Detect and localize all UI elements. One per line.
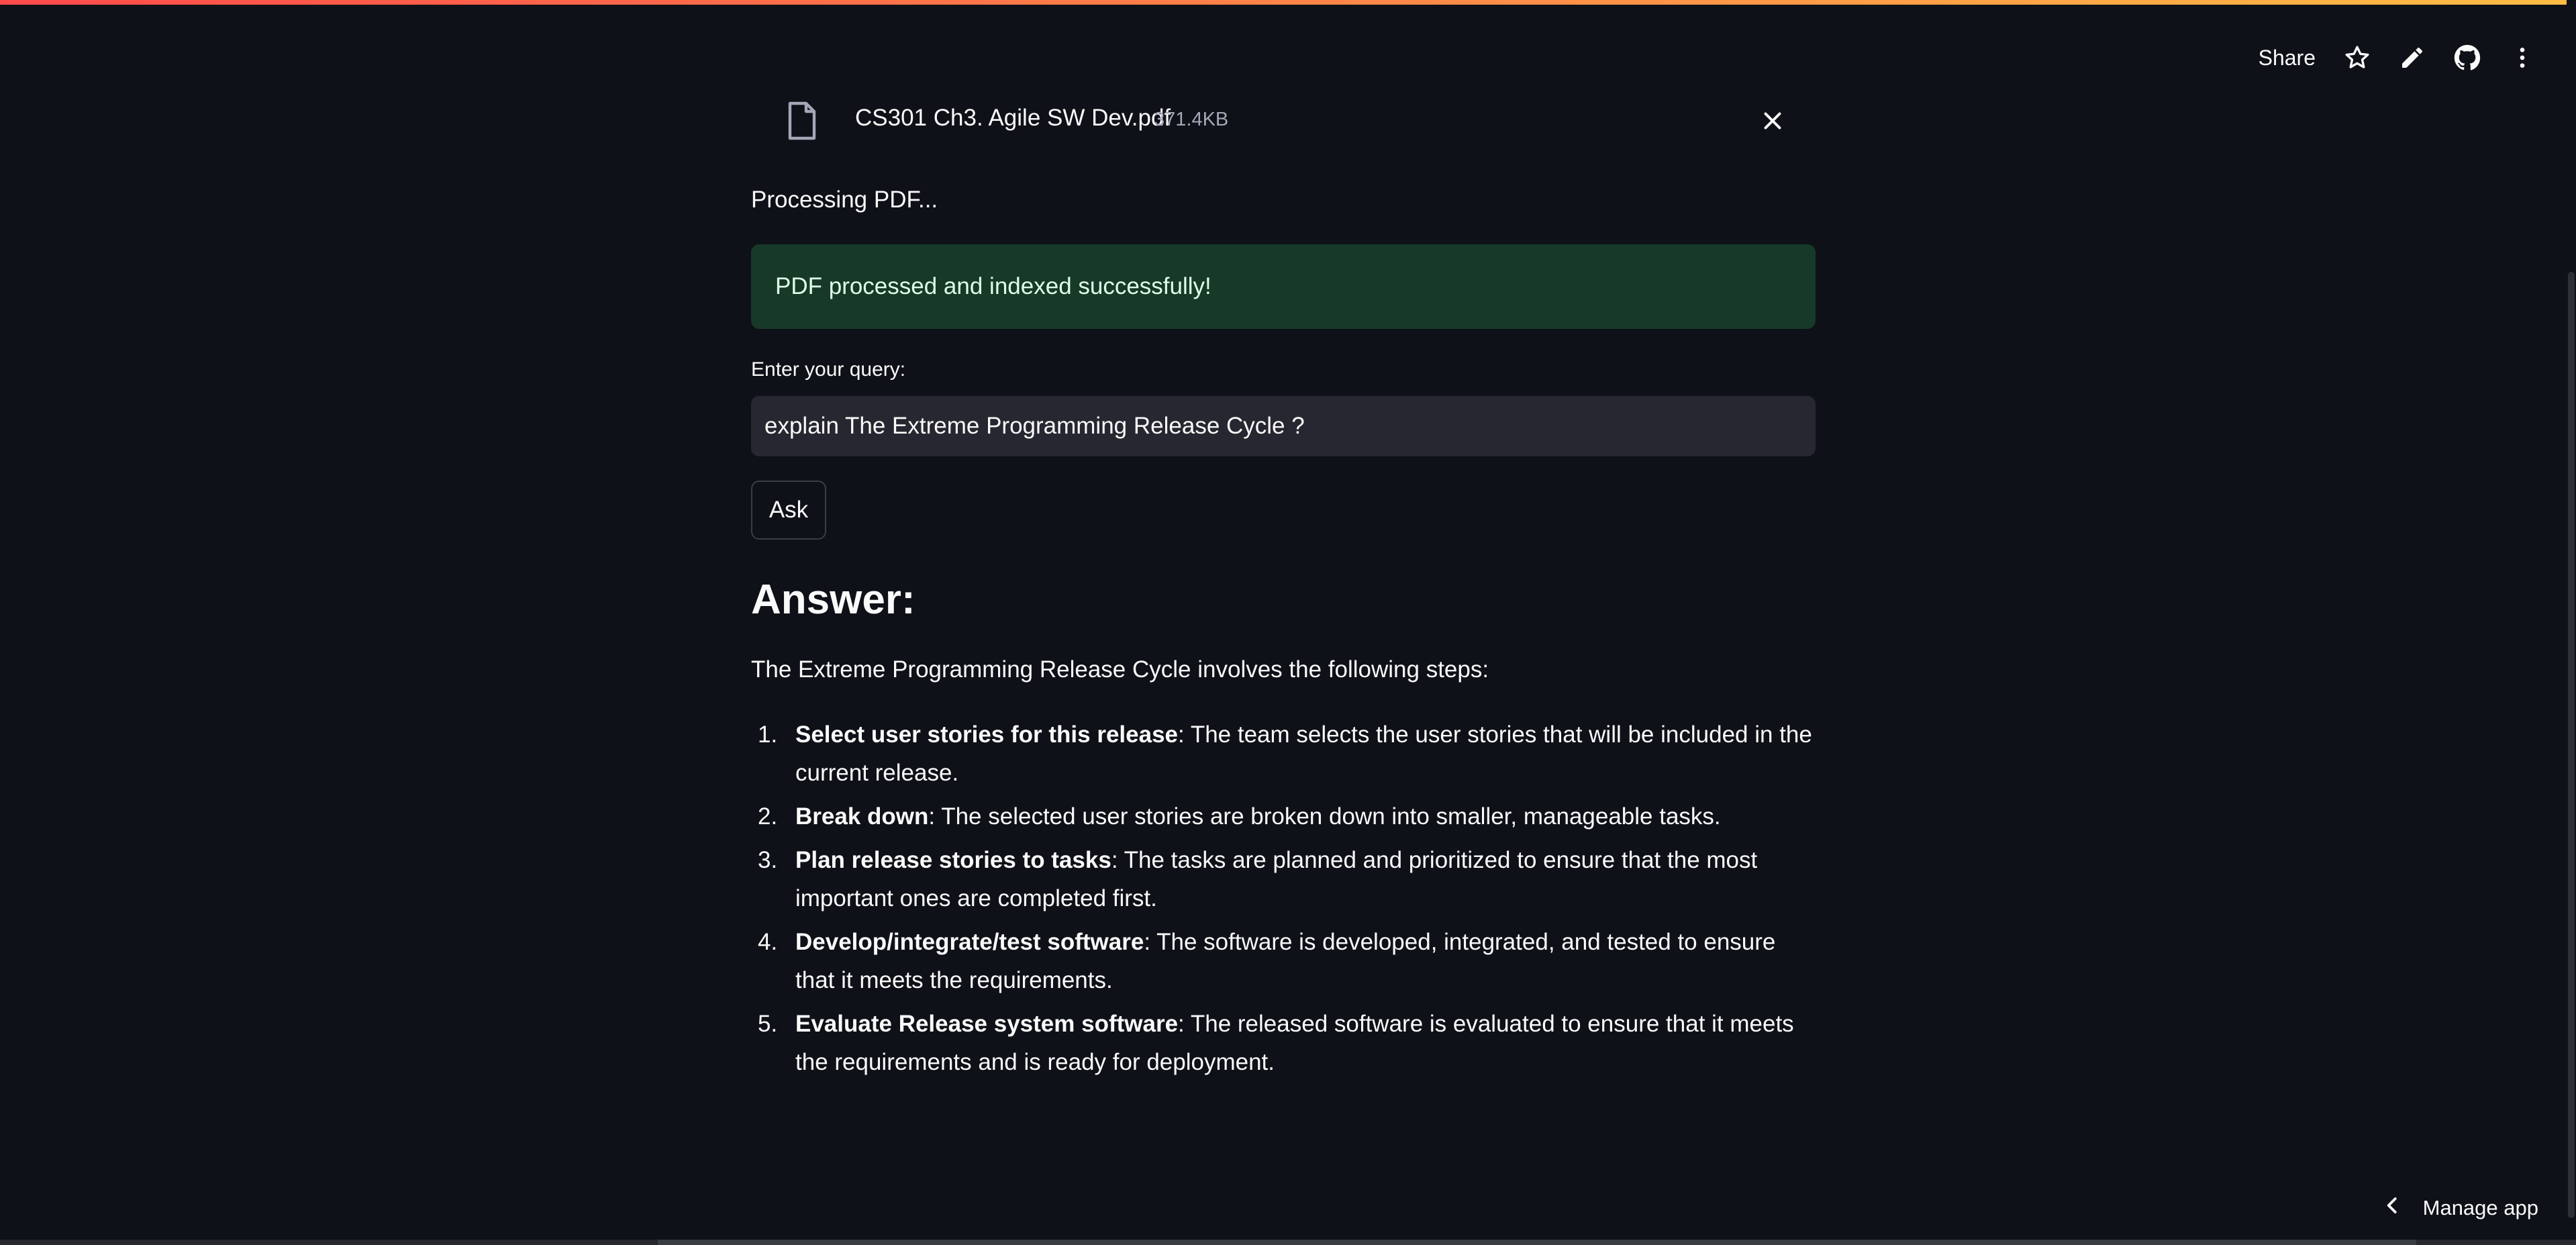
github-icon[interactable] — [2454, 44, 2481, 71]
file-size: 371.4KB — [1154, 109, 1229, 130]
ask-button[interactable]: Ask — [751, 481, 826, 540]
answer-heading: Answer: — [751, 577, 915, 623]
step-number: 3. — [758, 847, 778, 873]
step-title: Break down — [795, 803, 929, 830]
file-icon — [786, 101, 818, 141]
list-item: 4. Develop/integrate/test software: The … — [751, 923, 1816, 999]
horizontal-scrollbar[interactable] — [0, 1240, 2576, 1245]
query-input[interactable] — [751, 396, 1816, 456]
step-number: 5. — [758, 1011, 778, 1037]
answer-intro: The Extreme Programming Release Cycle in… — [751, 656, 1489, 683]
success-alert: PDF processed and indexed successfully! — [751, 244, 1816, 329]
vertical-scrollbar[interactable] — [2567, 0, 2576, 1245]
app-toolbar: Share — [2259, 40, 2536, 75]
list-item: 3. Plan release stories to tasks: The ta… — [751, 841, 1816, 917]
step-number: 1. — [758, 721, 778, 748]
list-item: 2. Break down: The selected user stories… — [751, 797, 1816, 836]
uploaded-file: CS301 Ch3. Agile SW Dev.pdf 371.4KB — [751, 99, 1816, 142]
top-decoration-bar — [0, 0, 2576, 5]
success-message: PDF processed and indexed successfully! — [775, 273, 1211, 299]
answer-steps-list: 1. Select user stories for this release:… — [751, 715, 1816, 1087]
chevron-left-icon — [2383, 1195, 2403, 1221]
pencil-icon[interactable] — [2399, 44, 2426, 71]
list-item: 5. Evaluate Release system software: The… — [751, 1005, 1816, 1081]
manage-app-label: Manage app — [2422, 1196, 2538, 1219]
step-number: 4. — [758, 929, 778, 955]
manage-app-button[interactable]: Manage app — [2383, 1195, 2538, 1221]
star-icon[interactable] — [2344, 44, 2371, 71]
step-title: Evaluate Release system software — [795, 1011, 1179, 1037]
step-number: 2. — [758, 803, 778, 830]
scrollbar-thumb[interactable] — [2568, 272, 2575, 1218]
processing-status: Processing PDF... — [751, 187, 938, 213]
step-title: Select user stories for this release — [795, 721, 1178, 748]
close-icon[interactable] — [1761, 109, 1785, 133]
step-title: Plan release stories to tasks — [795, 847, 1111, 873]
app-page: Share CS301 Ch3. Agile SW Dev.pdf 371.4K… — [0, 0, 2576, 1245]
query-label: Enter your query: — [751, 358, 906, 381]
more-vert-icon[interactable] — [2509, 44, 2536, 71]
share-button[interactable]: Share — [2259, 46, 2316, 70]
file-name: CS301 Ch3. Agile SW Dev.pdf — [855, 105, 1171, 131]
step-text: : The selected user stories are broken d… — [928, 803, 1721, 830]
step-title: Develop/integrate/test software — [795, 929, 1144, 955]
horizontal-scrollbar-thumb[interactable] — [658, 1240, 2416, 1245]
list-item: 1. Select user stories for this release:… — [751, 715, 1816, 792]
